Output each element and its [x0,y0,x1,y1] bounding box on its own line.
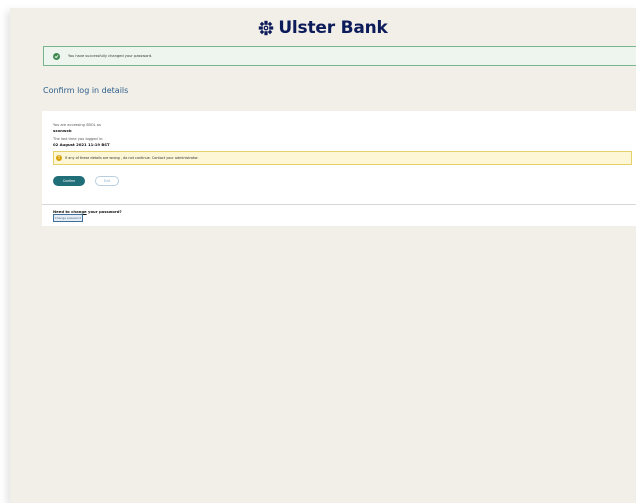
warning-message: If any of these details are wrong , do n… [65,156,199,160]
success-message: You have successfully changed your passw… [68,54,153,58]
login-details-card: You are accessing SBOL as sxxnwxb The la… [42,111,636,226]
ulster-bank-logo[interactable]: Ulster Bank [258,18,388,38]
warning-icon: ! [56,155,62,161]
change-password-button[interactable]: Change password [53,214,83,222]
warning-banner: ! If any of these details are wrong , do… [53,151,632,165]
change-password-question-rest: your password? [86,209,122,214]
page-background: Ulster Bank You have successfully change… [10,8,636,503]
exit-button[interactable]: Exit [95,176,119,186]
brand-name: Ulster Bank [278,18,388,38]
last-login-label: The last time you logged in: [53,137,104,141]
confirm-button[interactable]: Confirm [53,176,85,186]
last-login-value: 02 August 2021 11:19 BST [53,142,110,147]
success-banner: You have successfully changed your passw… [43,46,636,66]
check-icon [53,52,60,60]
daisy-wheel-icon [258,20,274,36]
header: Ulster Bank [10,13,636,43]
accessing-label: You are accessing SBOL as [53,123,101,127]
page-title: Confirm log in details [43,86,129,95]
divider [42,204,636,205]
user-name: sxxnwxb [53,128,72,133]
